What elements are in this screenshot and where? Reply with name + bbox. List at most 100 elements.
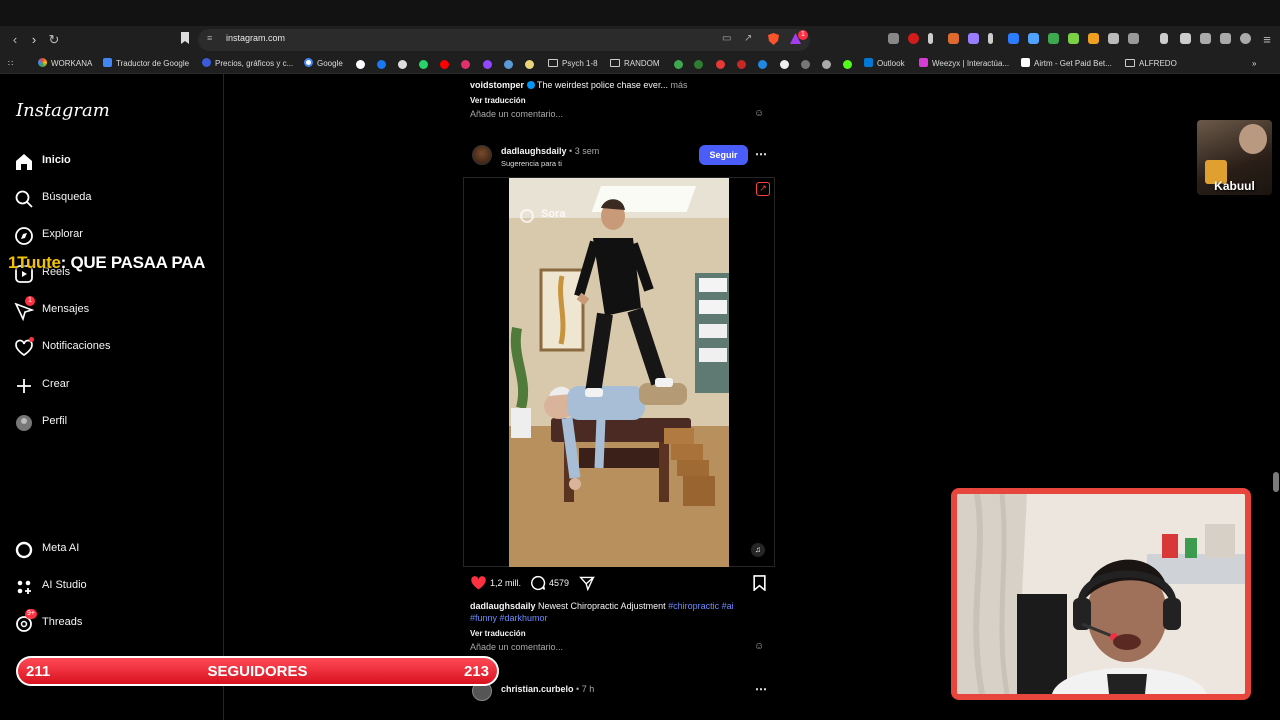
share-icon[interactable]: ↗ — [744, 33, 752, 44]
next-post-username[interactable]: christian.curbelo — [501, 684, 574, 694]
nav-profile[interactable]: Perfil — [14, 410, 204, 436]
bookmark-icon[interactable] — [716, 60, 725, 69]
volume-icon[interactable]: ♫ — [751, 543, 765, 557]
post-username[interactable]: dadlaughsdaily — [501, 146, 567, 156]
bookmark-workana[interactable]: WORKANA — [38, 57, 92, 71]
nav-messages[interactable]: 1 Mensajes — [14, 296, 204, 324]
bookmark-weezyx[interactable]: Weezyx | Interactúa... — [919, 57, 1009, 71]
sidebar-toggle-icon[interactable] — [1180, 33, 1191, 44]
save-icon[interactable] — [753, 575, 766, 591]
leo-ai-icon[interactable] — [1220, 33, 1231, 44]
site-settings-icon[interactable]: ≡ — [207, 33, 212, 43]
bookmark-icon[interactable] — [694, 60, 703, 69]
post-caption: dadlaughsdaily Newest Chiropractic Adjus… — [470, 601, 734, 611]
back-icon[interactable]: ‹ — [6, 31, 24, 49]
post-avatar[interactable] — [472, 145, 492, 165]
nav-notifications[interactable]: Notificaciones — [14, 335, 204, 361]
extension-icon[interactable] — [988, 33, 993, 44]
bookmark-google-translate[interactable]: Traductor de Google — [103, 57, 189, 71]
extension-icon[interactable] — [1068, 33, 1079, 44]
bookmark-icon[interactable] — [176, 31, 194, 49]
instagram-logo[interactable]: Instagram — [16, 100, 110, 121]
extension-icon[interactable] — [1088, 33, 1099, 44]
bookmark-airtm[interactable]: Airtm - Get Paid Bet... — [1021, 57, 1112, 71]
post-video[interactable]: Sora — [509, 178, 729, 567]
brave-shield-icon[interactable] — [768, 33, 779, 48]
nav-explore[interactable]: Explorar — [14, 223, 204, 249]
prev-post-comment-input[interactable]: Añade un comentario... — [470, 109, 563, 119]
bookmark-psych[interactable]: Psych 1-8 — [548, 57, 598, 71]
youtube-icon[interactable] — [440, 60, 449, 69]
comment-icon[interactable] — [530, 575, 546, 591]
media-icon[interactable] — [1160, 33, 1168, 44]
extension-icon[interactable] — [1128, 33, 1139, 44]
emoji-icon[interactable]: ☺ — [754, 641, 764, 652]
prev-post-translate[interactable]: Ver traducción — [470, 96, 526, 105]
post-comment-input[interactable]: Añade un comentario... — [470, 642, 563, 652]
x-icon[interactable] — [398, 60, 407, 69]
facebook-icon[interactable] — [377, 60, 386, 69]
kick-icon[interactable] — [843, 60, 852, 69]
like-heart-icon[interactable] — [470, 575, 487, 591]
reload-icon[interactable]: ↻ — [45, 31, 63, 49]
likes-count[interactable]: 1,2 mill. — [490, 578, 521, 588]
menu-icon[interactable]: ≡ — [1258, 31, 1276, 49]
bookmark-icon[interactable] — [525, 60, 534, 69]
twitch-icon[interactable] — [483, 60, 492, 69]
caption-username[interactable]: dadlaughsdaily — [470, 601, 536, 611]
post-translate[interactable]: Ver traducción — [470, 629, 526, 638]
share-icon[interactable] — [579, 575, 595, 591]
followers-label: SEGUIDORES — [207, 663, 308, 680]
extension-icon[interactable] — [1048, 33, 1059, 44]
extensions-puzzle-icon[interactable] — [1108, 33, 1119, 44]
whatsapp-icon[interactable] — [419, 60, 428, 69]
bookmark-icon[interactable] — [801, 60, 810, 69]
bookmark-icon[interactable] — [674, 60, 683, 69]
vpn-icon[interactable] — [1240, 33, 1251, 44]
nav-search[interactable]: Búsqueda — [14, 186, 204, 212]
instagram-icon[interactable] — [461, 60, 470, 69]
more-bookmarks-icon[interactable]: » — [1252, 57, 1256, 71]
tiktok-icon[interactable] — [356, 60, 365, 69]
nav-create[interactable]: Crear — [14, 373, 204, 399]
bookmark-alfredo[interactable]: ALFREDO — [1125, 57, 1177, 71]
nav-home-label: Inicio — [42, 154, 71, 166]
extension-icon[interactable] — [928, 33, 933, 44]
page-scrollbar-thumb[interactable] — [1273, 472, 1279, 492]
bookmark-icon[interactable] — [822, 60, 831, 69]
bookmark-outlook[interactable]: Outlook — [864, 57, 905, 71]
nav-home[interactable]: Inicio — [14, 149, 204, 175]
open-external-icon[interactable]: ↗ — [756, 182, 770, 196]
bookmark-icon[interactable] — [780, 60, 789, 69]
extension-icon[interactable] — [1028, 33, 1039, 44]
emoji-icon[interactable]: ☺ — [754, 108, 764, 119]
caption-hashtags[interactable]: #chiropractic #ai — [668, 601, 734, 611]
bookmark-icon[interactable] — [737, 60, 746, 69]
nav-threads[interactable]: 9+ Threads — [14, 609, 204, 637]
wallet-icon[interactable] — [1200, 33, 1211, 44]
follow-button[interactable]: Seguir — [699, 145, 748, 165]
cast-icon[interactable]: ▭ — [722, 33, 731, 44]
comments-count[interactable]: 4579 — [549, 578, 569, 588]
address-bar[interactable]: ≡ instagram.com ▭ ↗ 1 — [198, 29, 810, 51]
extension-icon[interactable] — [1008, 33, 1019, 44]
prev-post-more-link[interactable]: más — [670, 80, 687, 90]
extension-icon[interactable] — [948, 33, 959, 44]
bookmark-random[interactable]: RANDOM — [610, 57, 660, 71]
apps-icon[interactable]: ∷ — [8, 57, 13, 71]
next-post-more-icon[interactable]: ⋯ — [755, 682, 768, 696]
bookmark-google[interactable]: Google — [304, 57, 343, 71]
more-options-icon[interactable]: ⋯ — [755, 147, 768, 161]
nav-meta-ai[interactable]: Meta AI — [14, 537, 204, 563]
caption-hashtags-2[interactable]: #funny #darkhumor — [470, 613, 548, 623]
bookmark-prices[interactable]: Precios, gráficos y c... — [202, 57, 293, 71]
extension-icon[interactable] — [888, 33, 899, 44]
extension-icon[interactable] — [908, 33, 919, 44]
bookmark-icon[interactable] — [758, 60, 767, 69]
bookmark-icon[interactable] — [504, 60, 513, 69]
extension-icon[interactable] — [968, 33, 979, 44]
nav-ai-studio-label: AI Studio — [42, 579, 87, 591]
prev-post-username[interactable]: voidstomper — [470, 80, 524, 90]
nav-ai-studio[interactable]: AI Studio — [14, 574, 204, 600]
forward-icon[interactable]: › — [25, 31, 43, 49]
